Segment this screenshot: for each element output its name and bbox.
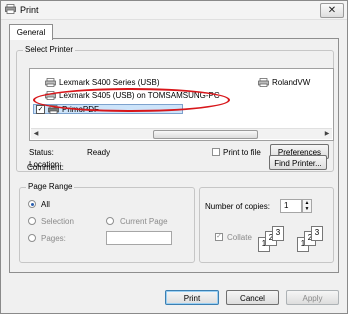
spinner-down-icon[interactable]: ▼: [303, 206, 311, 212]
collate-page: 3: [311, 226, 323, 241]
printer-name: Lexmark S405 (USB) on TOMSAMSUNG-PC: [59, 91, 220, 100]
printer-icon: [48, 104, 59, 114]
collate-checkbox[interactable]: ✓: [215, 233, 223, 241]
number-of-copies-label: Number of copies:: [205, 202, 270, 211]
cancel-button[interactable]: Cancel: [226, 290, 279, 305]
list-item-printer-selected[interactable]: ✓ PrimoPDF: [33, 104, 183, 114]
printer-list[interactable]: Lexmark S400 Series (USB) Lexmark S405 (…: [29, 68, 334, 141]
page-range-group: Page Range All Selection Current Page Pa…: [19, 182, 195, 263]
all-label: All: [41, 200, 50, 209]
default-printer-checkmark: ✓: [36, 104, 45, 114]
select-printer-legend: Select Printer: [23, 45, 76, 54]
printer-icon: [45, 78, 56, 87]
current-page-label: Current Page: [120, 217, 168, 226]
list-item-printer[interactable]: Lexmark S405 (USB) on TOMSAMSUNG-PC: [45, 91, 220, 100]
printer-name: PrimoPDF: [62, 104, 99, 114]
copies-input[interactable]: 1: [280, 199, 302, 213]
close-button[interactable]: ✕: [320, 3, 344, 18]
printer-name: RolandVW: [272, 78, 311, 87]
printer-name: Lexmark S400 Series (USB): [59, 78, 160, 87]
collate-illustration-set-1: 1 2 3: [258, 226, 290, 252]
print-button[interactable]: Print: [165, 290, 219, 305]
scroll-thumb[interactable]: [153, 130, 258, 139]
pages-radio[interactable]: [28, 234, 36, 242]
title-bar: Print ✕: [1, 1, 347, 20]
collate-page: 3: [272, 226, 284, 241]
selection-label: Selection: [41, 217, 74, 226]
pages-label: Pages:: [41, 234, 66, 243]
collate-illustration-set-2: 1 2 3: [297, 226, 329, 252]
network-printer-icon: [45, 91, 56, 100]
status-value: Ready: [87, 148, 111, 157]
pages-input[interactable]: [106, 231, 172, 245]
printer-icon: [5, 4, 16, 14]
scroll-left-icon[interactable]: ◀: [31, 130, 41, 138]
selection-radio[interactable]: [28, 217, 36, 225]
tab-general[interactable]: General: [9, 24, 53, 40]
current-page-radio[interactable]: [106, 217, 114, 225]
copies-spinner[interactable]: ▲ ▼: [302, 199, 312, 213]
collate-label: Collate: [227, 233, 252, 242]
list-item-printer[interactable]: Lexmark S400 Series (USB): [45, 78, 159, 87]
copies-group: Number of copies: 1 ▲ ▼ ✓ Collate 1 2 3 …: [199, 187, 334, 263]
all-radio[interactable]: [28, 200, 36, 208]
print-to-file-label: Print to file: [223, 148, 261, 157]
print-dialog: Print ✕ General Select Printer Lexmark S…: [0, 0, 348, 314]
page-range-legend: Page Range: [26, 182, 75, 191]
list-item-printer[interactable]: RolandVW: [258, 78, 310, 87]
status-label: Status:: [29, 148, 54, 157]
comment-label: Comment:: [27, 163, 64, 172]
select-printer-group: Select Printer Lexmark S400 Series (USB)…: [16, 45, 334, 172]
find-printer-button[interactable]: Find Printer...: [269, 155, 327, 170]
apply-button[interactable]: Apply: [286, 290, 339, 305]
horizontal-scrollbar[interactable]: ◀ ▶: [31, 128, 332, 139]
window-title: Print: [20, 5, 39, 15]
scroll-right-icon[interactable]: ▶: [322, 130, 332, 138]
print-to-file-checkbox[interactable]: [212, 148, 220, 156]
general-panel: Select Printer Lexmark S400 Series (USB)…: [9, 38, 339, 273]
printer-icon: [258, 78, 269, 87]
